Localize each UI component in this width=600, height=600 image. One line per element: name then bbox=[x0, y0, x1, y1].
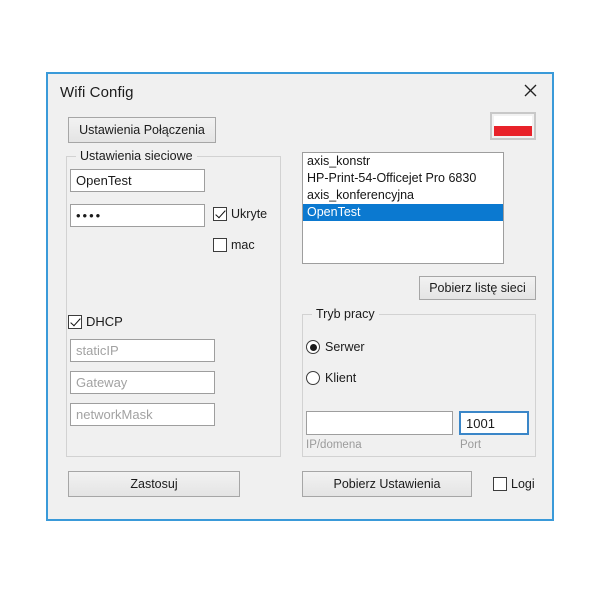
ssid-input[interactable]: OpenTest bbox=[70, 169, 205, 192]
poland-flag-icon[interactable] bbox=[490, 112, 536, 140]
network-mask-input[interactable]: networkMask bbox=[70, 403, 215, 426]
dhcp-checkbox[interactable]: DHCP bbox=[68, 314, 123, 329]
list-item[interactable]: HP-Print-54-Officejet Pro 6830 bbox=[303, 170, 503, 187]
gateway-input[interactable]: Gateway bbox=[70, 371, 215, 394]
flag-stripe-white bbox=[494, 116, 532, 126]
hidden-checkbox[interactable]: Ukryte bbox=[213, 207, 267, 221]
radio-serwer[interactable]: Serwer bbox=[306, 340, 365, 354]
logs-checkbox[interactable]: Logi bbox=[493, 477, 535, 491]
list-item[interactable]: axis_konstr bbox=[303, 153, 503, 170]
static-ip-input[interactable]: staticIP bbox=[70, 339, 215, 362]
refresh-network-list-label: Pobierz listę sieci bbox=[429, 281, 526, 295]
radio-klient[interactable]: Klient bbox=[306, 371, 356, 385]
port-caption: Port bbox=[460, 439, 482, 451]
port-input[interactable]: 1001 bbox=[459, 411, 529, 435]
get-settings-button[interactable]: Pobierz Ustawienia bbox=[302, 471, 472, 497]
checkbox-box-mac bbox=[213, 238, 227, 252]
radio-serwer-label: Serwer bbox=[325, 340, 365, 354]
wifi-config-window: Wifi Config Ustawienia Połączenia Ustawi… bbox=[46, 72, 554, 521]
checkbox-box-dhcp bbox=[68, 314, 82, 329]
network-settings-legend: Ustawienia sieciowe bbox=[76, 149, 197, 163]
network-list[interactable]: axis_konstr HP-Print-54-Officejet Pro 683… bbox=[302, 152, 504, 264]
list-item[interactable]: OpenTest bbox=[303, 204, 503, 221]
refresh-network-list-button[interactable]: Pobierz listę sieci bbox=[419, 276, 536, 300]
radio-klient-label: Klient bbox=[325, 371, 357, 385]
page-title: Wifi Config bbox=[60, 84, 134, 101]
mac-checkbox-label: mac bbox=[231, 238, 255, 252]
dhcp-checkbox-label: DHCP bbox=[86, 314, 123, 329]
connection-settings-button[interactable]: Ustawienia Połączenia bbox=[68, 117, 216, 143]
radio-dot-serwer bbox=[306, 340, 320, 354]
title-bar: Wifi Config bbox=[48, 74, 552, 112]
checkbox-box-ukryte bbox=[213, 207, 227, 221]
get-settings-label: Pobierz Ustawienia bbox=[333, 477, 441, 491]
logs-checkbox-label: Logi bbox=[511, 477, 535, 491]
checkbox-box-logi bbox=[493, 477, 507, 491]
apply-button[interactable]: Zastosuj bbox=[68, 471, 240, 497]
ip-domain-input[interactable] bbox=[306, 411, 453, 435]
password-input[interactable]: •••• bbox=[70, 204, 205, 227]
ip-domain-caption: IP/domena bbox=[306, 439, 362, 451]
work-mode-group: Tryb pracy bbox=[302, 307, 536, 457]
connection-settings-label: Ustawienia Połączenia bbox=[79, 123, 205, 137]
work-mode-legend: Tryb pracy bbox=[312, 307, 379, 321]
hidden-checkbox-label: Ukryte bbox=[231, 207, 268, 221]
flag-stripe-red bbox=[494, 126, 532, 136]
close-icon[interactable] bbox=[508, 74, 552, 106]
apply-button-label: Zastosuj bbox=[130, 477, 178, 491]
radio-dot-klient bbox=[306, 371, 320, 385]
list-item[interactable]: axis_konferencyjna bbox=[303, 187, 503, 204]
mac-checkbox[interactable]: mac bbox=[213, 238, 255, 252]
